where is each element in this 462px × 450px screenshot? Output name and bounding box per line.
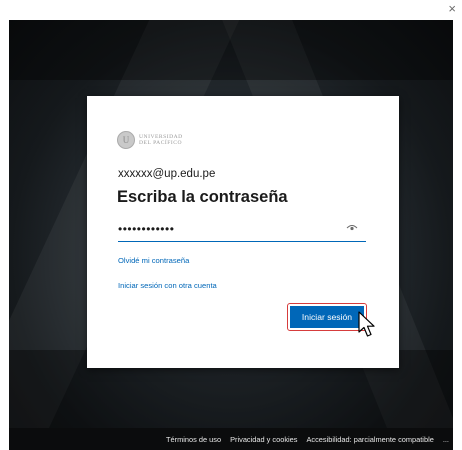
logo-text: UNIVERSIDAD DEL PACÍFICO	[139, 134, 183, 147]
signin-button[interactable]: Iniciar sesión	[290, 306, 364, 328]
more-options-icon[interactable]: ...	[443, 435, 449, 444]
signin-button-highlight: Iniciar sesión	[287, 303, 367, 331]
sign-in-dialog: U UNIVERSIDAD DEL PACÍFICO xxxxxx@up.edu…	[87, 96, 399, 368]
password-input[interactable]	[118, 219, 338, 239]
title-bar: ×	[0, 0, 462, 20]
terms-link[interactable]: Términos de uso	[166, 435, 221, 444]
accessibility-link[interactable]: Accesibilidad: parcialmente compatible	[306, 435, 433, 444]
university-logo: U UNIVERSIDAD DEL PACÍFICO	[117, 131, 183, 149]
privacy-link[interactable]: Privacidad y cookies	[230, 435, 297, 444]
password-field-container	[118, 219, 366, 242]
mouse-pointer-icon	[358, 311, 375, 337]
background-shade	[9, 20, 453, 80]
logo-seal: U	[117, 131, 135, 149]
other-account-link[interactable]: Iniciar sesión con otra cuenta	[118, 281, 217, 290]
forgot-password-link[interactable]: Olvidé mi contraseña	[118, 256, 189, 265]
account-email: xxxxxx@up.edu.pe	[118, 168, 216, 180]
eye-icon[interactable]	[346, 223, 358, 233]
logo-line-2: DEL PACÍFICO	[139, 140, 183, 146]
close-icon[interactable]: ×	[448, 1, 456, 17]
footer-bar: Términos de uso Privacidad y cookies Acc…	[9, 428, 453, 450]
page-title: Escriba la contraseña	[117, 188, 288, 206]
